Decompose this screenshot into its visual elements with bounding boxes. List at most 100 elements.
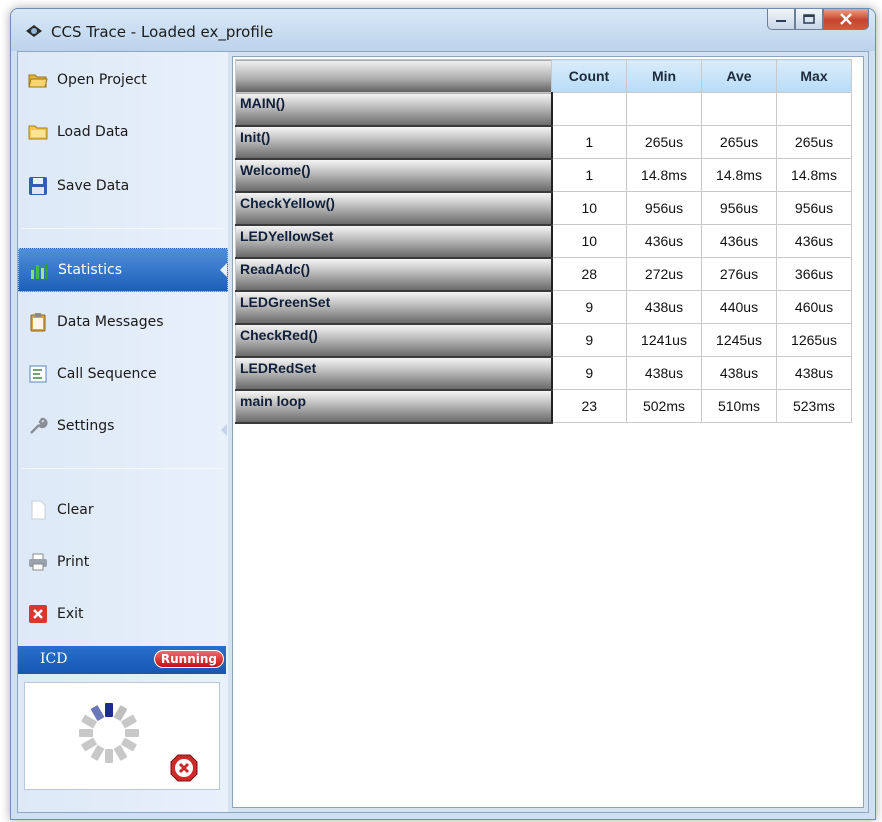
row-header: LEDRedSet bbox=[235, 356, 553, 391]
count-cell: 28 bbox=[551, 257, 627, 291]
max-cell: 956us bbox=[776, 191, 852, 225]
table-header-row: Count Min Ave Max bbox=[235, 59, 852, 93]
table-row[interactable]: LEDYellowSet 10 436us 436us 436us bbox=[235, 224, 852, 259]
app-window: CCS Trace - Loaded ex_profile Open Proje… bbox=[10, 8, 876, 820]
sidebar-item-print[interactable]: Print bbox=[18, 540, 228, 584]
max-cell: 366us bbox=[776, 257, 852, 291]
table-row[interactable]: main loop 23 502ms 510ms 523ms bbox=[235, 389, 852, 424]
column-header-min[interactable]: Min bbox=[626, 59, 702, 93]
blank-page-icon bbox=[31, 500, 46, 520]
ave-cell: 276us bbox=[701, 257, 777, 291]
maximize-icon bbox=[803, 14, 815, 24]
maximize-button[interactable] bbox=[795, 9, 823, 30]
table-row[interactable]: LEDGreenSet 9 438us 440us 460us bbox=[235, 290, 852, 325]
table-row[interactable]: MAIN() bbox=[235, 92, 852, 127]
max-cell: 1265us bbox=[776, 323, 852, 357]
max-cell: 460us bbox=[776, 290, 852, 324]
sidebar-divider bbox=[22, 468, 224, 469]
table-row[interactable]: Welcome() 1 14.8ms 14.8ms 14.8ms bbox=[235, 158, 852, 193]
folder-open-icon bbox=[28, 74, 48, 88]
ave-cell: 956us bbox=[701, 191, 777, 225]
min-cell: 272us bbox=[626, 257, 702, 291]
sidebar-item-save-data[interactable]: Save Data bbox=[18, 164, 228, 208]
ave-cell: 265us bbox=[701, 125, 777, 159]
sidebar-item-exit[interactable]: Exit bbox=[18, 592, 228, 636]
stop-icon bbox=[170, 754, 198, 782]
loading-spinner-icon bbox=[79, 703, 139, 763]
sidebar-item-settings[interactable]: Settings bbox=[18, 404, 228, 448]
title-bar[interactable]: CCS Trace - Loaded ex_profile bbox=[11, 9, 875, 51]
count-cell: 23 bbox=[551, 389, 627, 423]
max-cell: 265us bbox=[776, 125, 852, 159]
column-header-ave[interactable]: Ave bbox=[701, 59, 777, 93]
min-cell: 436us bbox=[626, 224, 702, 258]
count-cell bbox=[551, 92, 627, 126]
sidebar-item-statistics[interactable]: Statistics bbox=[18, 248, 228, 292]
max-cell: 438us bbox=[776, 356, 852, 390]
sequence-list-icon bbox=[29, 365, 47, 383]
row-header: LEDYellowSet bbox=[235, 224, 553, 259]
statistics-table: Count Min Ave Max MAIN() Init() 1 265us … bbox=[235, 59, 852, 424]
ave-cell: 436us bbox=[701, 224, 777, 258]
ave-cell: 1245us bbox=[701, 323, 777, 357]
app-logo-icon bbox=[26, 25, 42, 37]
sidebar-item-label: Save Data bbox=[57, 178, 130, 194]
window-title: CCS Trace - Loaded ex_profile bbox=[51, 23, 274, 41]
status-badge: Running bbox=[153, 650, 224, 668]
sidebar-item-open-project[interactable]: Open Project bbox=[18, 58, 228, 102]
ave-cell bbox=[701, 92, 777, 126]
sidebar-item-call-sequence[interactable]: Call Sequence bbox=[18, 352, 228, 396]
wrench-icon bbox=[30, 417, 48, 434]
row-header: CheckYellow() bbox=[235, 191, 553, 226]
row-header: Welcome() bbox=[235, 158, 553, 193]
row-header: ReadAdc() bbox=[235, 257, 553, 292]
row-header: CheckRed() bbox=[235, 323, 553, 358]
sidebar-item-label: Call Sequence bbox=[57, 366, 157, 382]
sidebar-item-label: Open Project bbox=[57, 72, 147, 88]
column-header-max[interactable]: Max bbox=[776, 59, 852, 93]
client-area: Open Project Load Data Save Data Statist… bbox=[17, 51, 869, 813]
count-cell: 9 bbox=[551, 356, 627, 390]
min-cell: 438us bbox=[626, 356, 702, 390]
min-cell: 14.8ms bbox=[626, 158, 702, 192]
ave-cell: 510ms bbox=[701, 389, 777, 423]
table-row[interactable]: CheckYellow() 10 956us 956us 956us bbox=[235, 191, 852, 226]
table-row[interactable]: LEDRedSet 9 438us 438us 438us bbox=[235, 356, 852, 391]
min-cell: 502ms bbox=[626, 389, 702, 423]
count-cell: 10 bbox=[551, 191, 627, 225]
sidebar-item-label: Load Data bbox=[57, 124, 129, 140]
ave-cell: 14.8ms bbox=[701, 158, 777, 192]
row-header: main loop bbox=[235, 389, 553, 424]
max-cell bbox=[776, 92, 852, 126]
ave-cell: 440us bbox=[701, 290, 777, 324]
table-row[interactable]: Init() 1 265us 265us 265us bbox=[235, 125, 852, 160]
close-button[interactable] bbox=[823, 9, 869, 30]
count-cell: 1 bbox=[551, 158, 627, 192]
sidebar: Open Project Load Data Save Data Statist… bbox=[18, 52, 228, 812]
floppy-disk-icon bbox=[29, 177, 47, 195]
table-row[interactable]: CheckRed() 9 1241us 1245us 1265us bbox=[235, 323, 852, 358]
activity-panel bbox=[24, 682, 220, 790]
sidebar-item-clear[interactable]: Clear bbox=[18, 488, 228, 532]
sidebar-item-label: Exit bbox=[57, 606, 84, 622]
sidebar-item-label: Print bbox=[57, 554, 90, 570]
sidebar-item-load-data[interactable]: Load Data bbox=[18, 110, 228, 154]
icd-label: ICD bbox=[40, 651, 68, 667]
sidebar-item-label: Data Messages bbox=[57, 314, 164, 330]
row-header: Init() bbox=[235, 125, 553, 160]
min-cell: 265us bbox=[626, 125, 702, 159]
sidebar-item-data-messages[interactable]: Data Messages bbox=[18, 300, 228, 344]
collapse-indicator bbox=[221, 424, 227, 436]
max-cell: 14.8ms bbox=[776, 158, 852, 192]
exit-x-icon bbox=[29, 605, 47, 623]
count-cell: 10 bbox=[551, 224, 627, 258]
minimize-button[interactable] bbox=[767, 9, 795, 30]
row-header: MAIN() bbox=[235, 92, 553, 127]
min-cell: 1241us bbox=[626, 323, 702, 357]
count-cell: 9 bbox=[551, 290, 627, 324]
column-header-count[interactable]: Count bbox=[551, 59, 627, 93]
stop-button[interactable] bbox=[169, 753, 199, 783]
table-row[interactable]: ReadAdc() 28 272us 276us 366us bbox=[235, 257, 852, 292]
corner-header bbox=[235, 59, 552, 93]
printer-icon bbox=[29, 553, 47, 571]
